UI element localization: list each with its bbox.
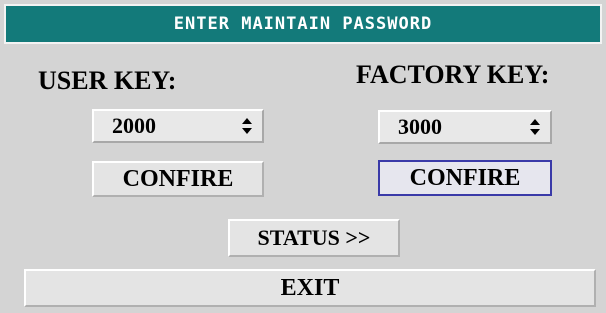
dialog-title-bar: ENTER MAINTAIN PASSWORD — [4, 4, 602, 44]
factory-key-spinner[interactable]: 3000 — [378, 110, 552, 144]
factory-key-value: 3000 — [398, 114, 442, 139]
maintain-password-dialog: ENTER MAINTAIN PASSWORD USER KEY: FACTOR… — [0, 0, 606, 313]
user-key-spinner[interactable]: 2000 — [92, 109, 264, 143]
updown-arrows-icon[interactable] — [530, 119, 540, 135]
user-key-label: USER KEY: — [38, 66, 177, 95]
user-key-confirm-button[interactable]: CONFIRE — [92, 161, 264, 197]
dialog-title: ENTER MAINTAIN PASSWORD — [173, 14, 433, 34]
updown-arrows-icon[interactable] — [242, 118, 252, 134]
user-key-value: 2000 — [112, 113, 156, 138]
factory-key-label: FACTORY KEY: — [356, 60, 550, 89]
factory-key-confirm-button[interactable]: CONFIRE — [378, 160, 552, 196]
exit-button[interactable]: EXIT — [24, 269, 596, 307]
status-button[interactable]: STATUS >> — [228, 219, 400, 257]
